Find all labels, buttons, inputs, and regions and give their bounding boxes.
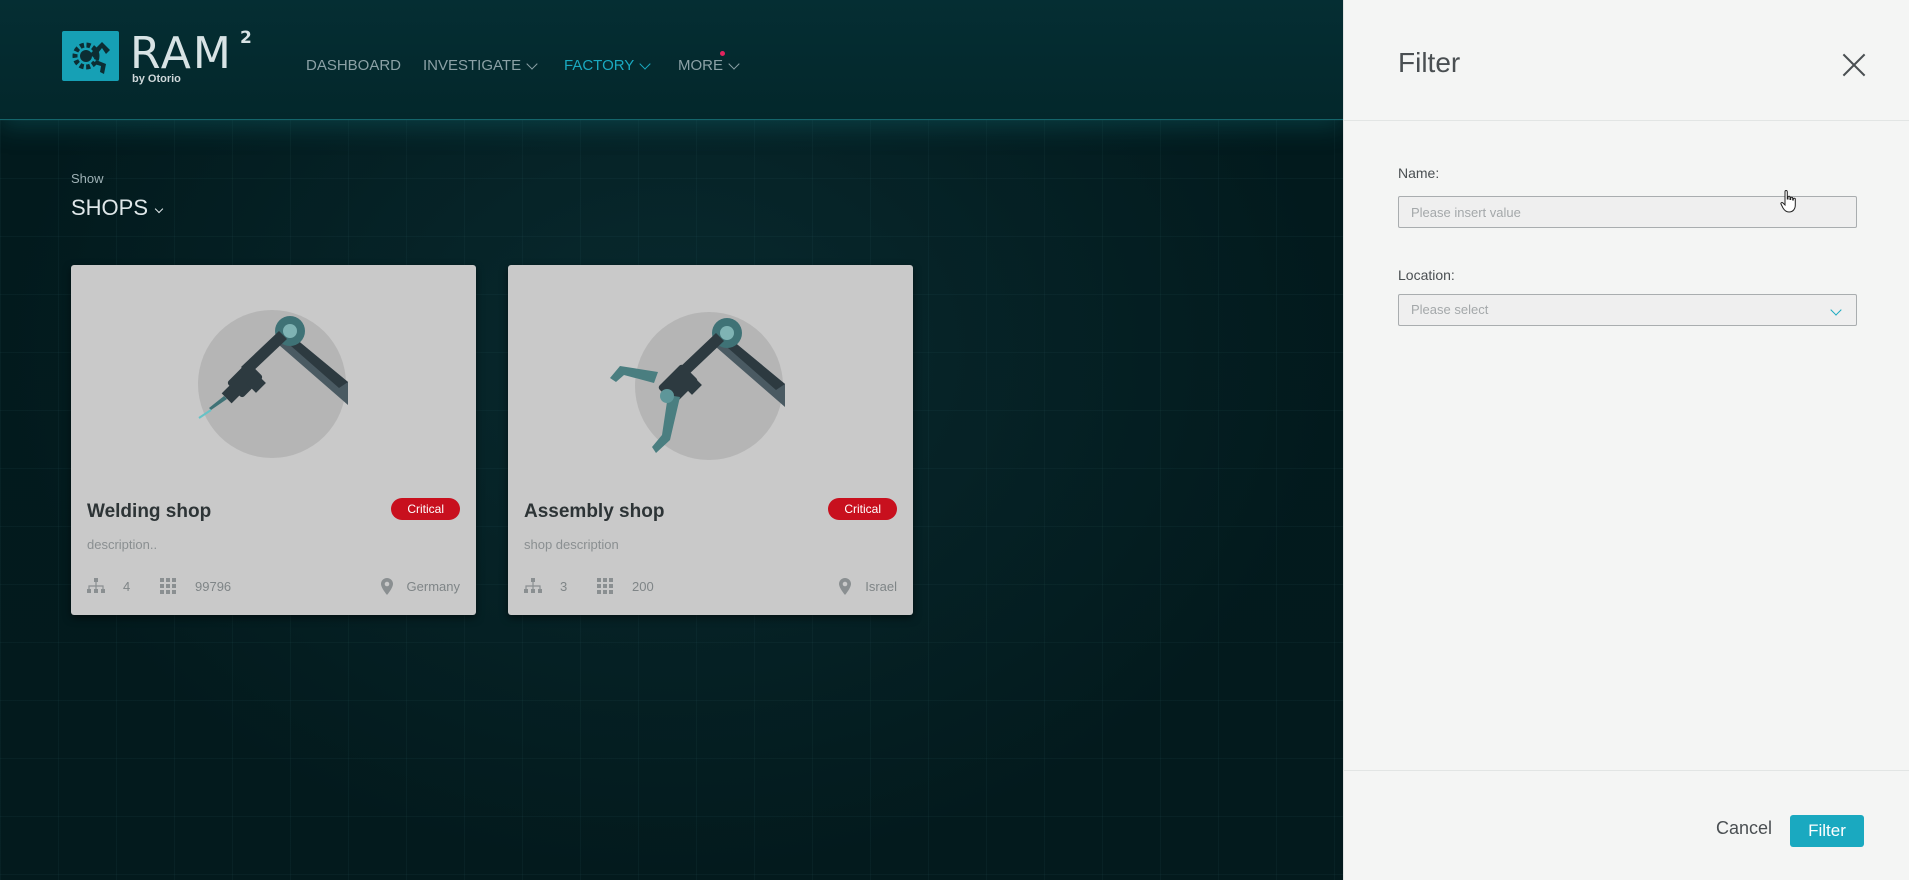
shop-card-welding[interactable]: Welding shop Critical description.. 4 99… — [71, 265, 476, 615]
filter-panel-title: Filter — [1398, 47, 1461, 78]
logo-tagline: by Otorio — [132, 73, 181, 85]
shop-name: Assembly shop — [524, 501, 665, 522]
status-badge: Critical — [828, 498, 897, 520]
divider — [1344, 120, 1909, 121]
nav-investigate-label: INVESTIGATE — [423, 57, 522, 74]
location-pin-icon — [839, 578, 852, 595]
shop-name: Welding shop — [87, 501, 212, 522]
chevron-down-icon — [1830, 304, 1842, 316]
show-label: Show — [71, 171, 104, 186]
shop-description: description.. — [87, 537, 158, 552]
chevron-down-icon — [639, 57, 651, 70]
filter-panel: Filter Name: Location: Please select Can… — [1343, 0, 1909, 880]
chevron-down-icon — [728, 57, 740, 70]
shop-card-footer: 4 99796 Germany — [87, 578, 460, 598]
nav-factory-label: FACTORY — [564, 57, 635, 74]
shop-card-assembly[interactable]: Assembly shop Critical shop description … — [508, 265, 913, 615]
notification-dot — [720, 51, 725, 56]
nav-dashboard[interactable]: DASHBOARD — [306, 57, 401, 74]
assets-count: 200 — [632, 579, 654, 594]
chevron-down-icon — [154, 204, 164, 214]
show-selector-value: SHOPS — [71, 195, 149, 220]
location-select[interactable]: Please select — [1398, 294, 1857, 326]
filter-button[interactable]: Filter — [1790, 815, 1864, 847]
chevron-down-icon — [526, 57, 538, 70]
divider — [1344, 770, 1909, 771]
hand-cursor-icon — [1780, 190, 1796, 213]
nav-more-label: MORE — [678, 57, 723, 74]
grid-icon — [597, 578, 613, 594]
assembly-robot-icon — [610, 312, 785, 460]
logo-text: RAM — [130, 28, 233, 79]
shop-location: Israel — [865, 579, 897, 594]
shop-location: Germany — [406, 579, 460, 594]
status-badge: Critical — [391, 498, 460, 520]
top-navigation-bar: RAM 2 by Otorio DASHBOARD INVESTIGATE FA… — [0, 0, 1343, 120]
location-stat: Germany — [380, 578, 460, 595]
hierarchy-stat: 4 — [87, 578, 130, 594]
assets-stat: 200 — [597, 578, 654, 595]
main-content: RAM 2 by Otorio DASHBOARD INVESTIGATE FA… — [0, 0, 1343, 880]
nav-more[interactable]: MORE — [678, 57, 740, 74]
cancel-button[interactable]: Cancel — [1716, 818, 1772, 839]
location-label: Location: — [1398, 267, 1455, 283]
nav-dashboard-label: DASHBOARD — [306, 57, 402, 74]
grid-icon — [160, 578, 176, 594]
logo-superscript: 2 — [240, 28, 252, 48]
nav-investigate[interactable]: INVESTIGATE — [423, 57, 538, 74]
nav-factory[interactable]: FACTORY — [564, 57, 651, 74]
shop-description: shop description — [524, 537, 619, 552]
location-select-placeholder: Please select — [1411, 302, 1489, 317]
assets-stat: 99796 — [160, 578, 231, 595]
hierarchy-count: 4 — [123, 578, 131, 594]
hierarchy-stat: 3 — [524, 578, 567, 594]
logo-icon[interactable] — [62, 31, 119, 81]
location-pin-icon — [380, 578, 393, 595]
close-icon[interactable] — [1841, 52, 1867, 78]
shop-card-footer: 3 200 Israel — [524, 578, 897, 598]
hierarchy-count: 3 — [560, 578, 568, 594]
name-label: Name: — [1398, 165, 1440, 181]
show-selector[interactable]: SHOPS — [71, 195, 164, 221]
hierarchy-icon — [87, 578, 105, 593]
assets-count: 99796 — [195, 579, 232, 594]
welding-robot-icon — [198, 310, 348, 458]
hierarchy-icon — [524, 578, 542, 593]
location-stat: Israel — [839, 578, 897, 595]
